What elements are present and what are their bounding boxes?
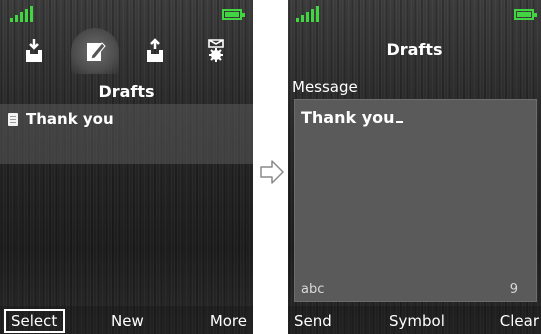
text-cursor [395,121,403,123]
draft-document-icon [8,112,18,126]
send-softkey[interactable]: Send [294,312,332,330]
new-softkey[interactable]: New [111,312,144,330]
more-softkey[interactable]: More [210,312,247,330]
softkey-bar: Select New More [0,306,253,334]
softkey-bar: Send Symbol Clear [288,306,541,334]
message-folder-tabs [0,28,253,74]
page-title: Drafts [98,82,155,101]
symbol-softkey[interactable]: Symbol [389,312,445,330]
select-softkey[interactable]: Select [11,312,57,330]
battery-icon [222,9,245,20]
outbox-upload-icon[interactable] [131,28,179,74]
message-input[interactable]: Thank you abc 9 [294,99,537,302]
list-item-label: Thank you [26,110,114,128]
message-text: Thank you [301,108,403,127]
arrow-right-icon [260,160,284,184]
message-settings-icon[interactable] [192,28,240,74]
drafts-list: Thank you [0,104,253,164]
drafts-list-screen: Drafts Thank you Select New More [0,0,253,334]
signal-strength-icon [10,6,33,22]
input-mode-label: abc [301,282,325,297]
clear-softkey[interactable]: Clear [500,312,539,330]
battery-icon [514,9,537,20]
character-count: 9 [509,282,518,297]
page-title: Drafts [386,40,443,59]
signal-strength-icon [296,6,319,22]
list-item[interactable]: Thank you [8,110,114,128]
message-field-label: Message [292,78,358,96]
inbox-download-icon[interactable] [10,28,58,74]
drafts-edit-icon[interactable] [71,28,119,74]
message-editor-screen: Drafts Message Thank you abc 9 Send Symb… [288,0,541,334]
